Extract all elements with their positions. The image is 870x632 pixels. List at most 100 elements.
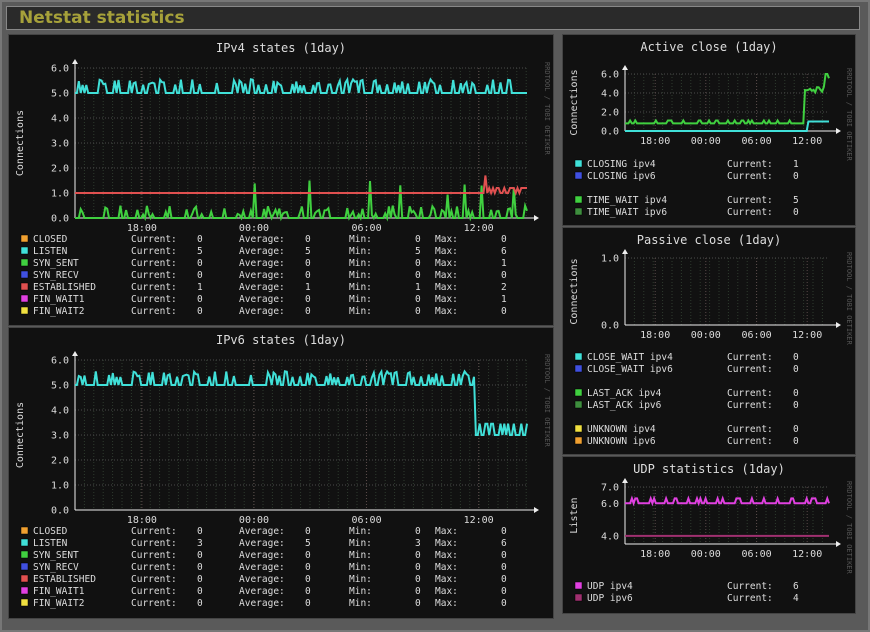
ipv4-legend-stat-label: Current: bbox=[131, 306, 177, 317]
ipv6-legend-stat-label: Current: bbox=[131, 574, 177, 585]
ipv4-legend-swatch bbox=[20, 282, 29, 291]
ipv4-legend-stat-label: Min: bbox=[349, 246, 372, 257]
ipv4-legend-swatch bbox=[20, 306, 29, 315]
ipv6-legend-stat-label: Max: bbox=[435, 598, 458, 609]
ipv6-legend-stat-value: 0 bbox=[305, 526, 311, 537]
ipv4-legend-name: SYN_SENT bbox=[33, 258, 79, 269]
chart-ipv6: IPv6 states (1day) Connections RRDTOOL / T… bbox=[9, 328, 553, 618]
ipv6-ytick-label: 3.0 bbox=[51, 431, 69, 442]
ipv6-legend-stat-label: Current: bbox=[131, 598, 177, 609]
ipv6-legend-name: FIN_WAIT2 bbox=[33, 598, 84, 609]
passive-legend-stat-label: Current: bbox=[727, 388, 773, 399]
active-xtick-label: 06:00 bbox=[742, 136, 772, 147]
ipv4-legend-stat-value: 1 bbox=[415, 282, 421, 293]
ipv4-legend-stat-label: Average: bbox=[239, 234, 285, 245]
active-legend-stat-value: 0 bbox=[793, 171, 799, 182]
ipv6-title: IPv6 states (1day) bbox=[216, 333, 346, 347]
ipv4-legend-stat-label: Max: bbox=[435, 294, 458, 305]
ipv6-legend-stat-value: 0 bbox=[501, 526, 507, 537]
ipv6-legend-stat-value: 0 bbox=[197, 562, 203, 573]
ipv4-ytick-label: 0.0 bbox=[51, 214, 69, 225]
ipv4-legend-stat-label: Current: bbox=[131, 234, 177, 245]
passive-legend-name: LAST_ACK ipv6 bbox=[587, 400, 662, 411]
udp-ylabel: Listen bbox=[569, 497, 580, 533]
passive-watermark: RRDTOOL / TOBI OETIKER bbox=[845, 252, 853, 346]
ipv4-legend-stat-label: Current: bbox=[131, 258, 177, 269]
ipv6-legend-stat-value: 0 bbox=[305, 562, 311, 573]
ipv4-ytick-label: 3.0 bbox=[51, 139, 69, 150]
active-ytick-label: 6.0 bbox=[601, 70, 619, 81]
ipv6-legend-stat-value: 0 bbox=[501, 550, 507, 561]
ipv4-legend-stat-label: Current: bbox=[131, 246, 177, 257]
ipv6-legend-stat-value: 0 bbox=[415, 586, 421, 597]
active-legend-stat-label: Current: bbox=[727, 195, 773, 206]
active-legend-name: TIME_WAIT ipv6 bbox=[587, 207, 667, 218]
active-legend-swatch bbox=[574, 171, 583, 180]
ipv6-legend-stat-label: Current: bbox=[131, 550, 177, 561]
active-watermark: RRDTOOL / TOBI OETIKER bbox=[845, 68, 853, 162]
ipv6-legend-stat-value: 6 bbox=[501, 538, 507, 549]
ipv6-legend-stat-label: Current: bbox=[131, 562, 177, 573]
udp-xtick-label: 00:00 bbox=[691, 549, 721, 560]
udp-xtick-label: 18:00 bbox=[640, 549, 670, 560]
ipv4-legend-stat-value: 5 bbox=[415, 246, 421, 257]
udp-legend-stat-label: Current: bbox=[727, 593, 773, 604]
ipv4-legend-stat-label: Average: bbox=[239, 270, 285, 281]
ipv4-legend-stat-value: 0 bbox=[501, 270, 507, 281]
ipv6-legend-stat-label: Max: bbox=[435, 562, 458, 573]
ipv6-legend-stat-label: Average: bbox=[239, 586, 285, 597]
ipv4-xtick-label: 18:00 bbox=[127, 223, 157, 234]
ipv4-legend-stat-value: 0 bbox=[305, 306, 311, 317]
title-bar: Netstat statistics bbox=[6, 6, 860, 30]
active-xtick-label: 00:00 bbox=[691, 136, 721, 147]
ipv6-legend-stat-label: Average: bbox=[239, 550, 285, 561]
chart-passive-close: Passive close (1day) Connections RRDTOOL /… bbox=[563, 228, 855, 454]
ipv6-legend-stat-label: Max: bbox=[435, 538, 458, 549]
udp-xtick-label: 06:00 bbox=[742, 549, 772, 560]
ipv4-ytick-label: 5.0 bbox=[51, 89, 69, 100]
ipv4-title: IPv4 states (1day) bbox=[216, 41, 346, 55]
ipv6-legend-stat-label: Min: bbox=[349, 538, 372, 549]
passive-legend-stat-value: 0 bbox=[793, 400, 799, 411]
passive-legend-stat-value: 0 bbox=[793, 436, 799, 447]
active-legend-swatch bbox=[574, 159, 583, 168]
ipv6-ytick-label: 2.0 bbox=[51, 456, 69, 467]
ipv4-legend-stat-label: Average: bbox=[239, 294, 285, 305]
ipv4-legend-stat-label: Average: bbox=[239, 258, 285, 269]
ipv4-legend-stat-value: 0 bbox=[415, 306, 421, 317]
udp-ytick-label: 4.0 bbox=[601, 531, 619, 542]
udp-ytick-label: 7.0 bbox=[601, 483, 619, 494]
ipv4-legend-stat-value: 0 bbox=[415, 258, 421, 269]
ipv6-ylabel: Connections bbox=[15, 402, 26, 468]
ipv4-ytick-label: 2.0 bbox=[51, 164, 69, 175]
passive-legend-name: CLOSE_WAIT ipv4 bbox=[587, 352, 673, 363]
ipv4-legend-stat-value: 1 bbox=[501, 258, 507, 269]
ipv6-legend-stat-value: 0 bbox=[501, 574, 507, 585]
ipv4-legend-swatch bbox=[20, 234, 29, 243]
udp-xtick-label: 12:00 bbox=[792, 549, 822, 560]
active-ylabel: Connections bbox=[569, 69, 580, 135]
passive-legend-swatch bbox=[574, 436, 583, 445]
ipv4-legend-name: LISTEN bbox=[33, 246, 68, 257]
ipv4-legend-swatch bbox=[20, 258, 29, 267]
ipv4-xtick-label: 12:00 bbox=[464, 223, 494, 234]
panel-udp: UDP statistics (1day) Listen RRDTOOL / TOB… bbox=[562, 456, 856, 614]
ipv4-legend-stat-value: 0 bbox=[415, 270, 421, 281]
udp-ytick-label: 6.0 bbox=[601, 499, 619, 510]
ipv6-legend-stat-value: 0 bbox=[197, 574, 203, 585]
ipv4-legend-stat-label: Average: bbox=[239, 282, 285, 293]
ipv4-legend-stat-value: 1 bbox=[501, 294, 507, 305]
ipv6-legend-stat-value: 0 bbox=[415, 526, 421, 537]
active-legend-swatch bbox=[574, 207, 583, 216]
passive-legend-stat-label: Current: bbox=[727, 364, 773, 375]
passive-legend-stat-label: Current: bbox=[727, 436, 773, 447]
ipv6-legend-stat-label: Min: bbox=[349, 562, 372, 573]
active-legend-stat-label: Current: bbox=[727, 171, 773, 182]
ipv6-legend-swatch bbox=[20, 562, 29, 571]
ipv4-legend-stat-label: Current: bbox=[131, 270, 177, 281]
ipv6-legend-stat-label: Average: bbox=[239, 598, 285, 609]
ipv6-legend-stat-label: Average: bbox=[239, 538, 285, 549]
ipv6-legend-stat-label: Min: bbox=[349, 574, 372, 585]
passive-xtick-label: 00:00 bbox=[691, 330, 721, 341]
ipv4-legend-stat-label: Current: bbox=[131, 294, 177, 305]
